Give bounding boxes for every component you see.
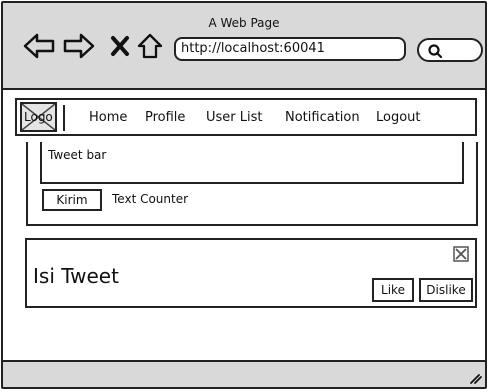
browser-toolbar: A Web Page http://localhost:60041 bbox=[3, 3, 485, 90]
nav-link-logout[interactable]: Logout bbox=[376, 110, 421, 125]
text-counter: Text Counter bbox=[112, 192, 189, 206]
page-content: Logo Home Profile User List Notification… bbox=[3, 90, 485, 360]
tweet-input[interactable]: Tweet bar bbox=[40, 142, 464, 184]
tweet-content: Isi Tweet bbox=[33, 264, 119, 288]
window-title: A Web Page bbox=[208, 16, 280, 30]
close-icon[interactable] bbox=[453, 246, 469, 262]
browser-search-box[interactable] bbox=[417, 38, 483, 62]
tweet-card: Isi Tweet Like Dislike bbox=[25, 238, 477, 308]
navbar-divider bbox=[63, 105, 65, 131]
url-input[interactable]: http://localhost:60041 bbox=[174, 37, 406, 61]
compose-panel: Tweet bar Kirim Text Counter bbox=[26, 142, 478, 226]
like-button[interactable]: Like bbox=[372, 278, 414, 302]
logo-image: Logo bbox=[20, 102, 57, 132]
nav-link-home[interactable]: Home bbox=[89, 110, 127, 125]
browser-window: A Web Page http://localhost:60041 Logo H… bbox=[1, 1, 487, 389]
home-icon[interactable] bbox=[137, 33, 163, 59]
navbar: Logo Home Profile User List Notification… bbox=[15, 98, 477, 136]
stop-icon[interactable] bbox=[110, 33, 130, 59]
logo-text: Logo bbox=[24, 110, 53, 124]
search-icon bbox=[428, 44, 443, 59]
forward-arrow-icon[interactable] bbox=[63, 33, 95, 59]
submit-tweet-button[interactable]: Kirim bbox=[42, 189, 102, 211]
dislike-button[interactable]: Dislike bbox=[419, 278, 473, 302]
back-arrow-icon[interactable] bbox=[23, 33, 55, 59]
status-bar bbox=[3, 360, 485, 387]
resize-grip-icon[interactable] bbox=[465, 367, 483, 385]
nav-link-notification[interactable]: Notification bbox=[285, 110, 360, 125]
nav-link-user-list[interactable]: User List bbox=[206, 110, 263, 125]
nav-link-profile[interactable]: Profile bbox=[145, 110, 185, 125]
